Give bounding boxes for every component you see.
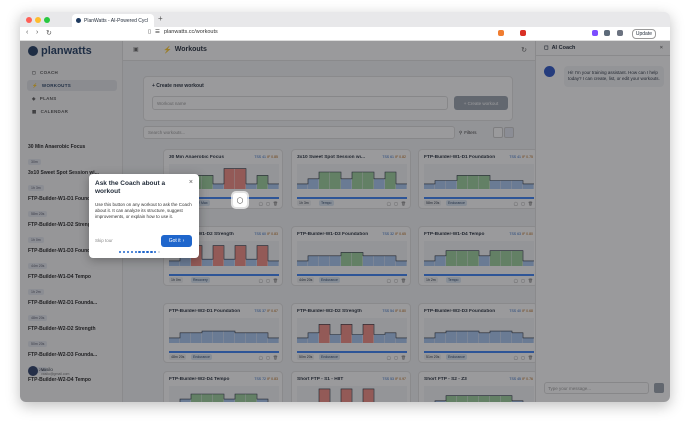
rewards-icon[interactable] (520, 30, 526, 36)
tour-step-dot (138, 251, 141, 254)
got-it-button[interactable]: Got it › (161, 235, 192, 247)
tour-step-dot (119, 251, 122, 254)
tour-step-dot (126, 251, 130, 254)
tour-step-dot (150, 251, 153, 254)
tour-title: Ask the Coach about a workout (95, 180, 166, 196)
site-info-icon[interactable]: ☰ (155, 29, 160, 35)
url-text: planwatts.cc/workouts (163, 29, 218, 35)
new-tab-icon[interactable]: + (158, 14, 163, 23)
favicon-icon (76, 18, 81, 23)
bookmark-icon[interactable]: ▯ (148, 29, 151, 35)
tour-body: Use this button on any workout to ask th… (95, 202, 192, 220)
extension-icon[interactable] (604, 30, 610, 36)
tour-progress-dots (119, 251, 161, 254)
update-button[interactable]: Update (631, 29, 656, 39)
got-it-label: Got it (168, 238, 181, 244)
tour-step-dot (146, 251, 149, 254)
browser-tab[interactable]: PlanWatts - AI-Powered Cycl (72, 14, 154, 27)
close-icon[interactable]: × (189, 179, 193, 186)
tour-step-dot (122, 251, 126, 254)
tour-step-dot (154, 251, 157, 254)
ask-coach-highlight-button[interactable]: ◯ (233, 193, 247, 207)
maximize-window-button[interactable] (44, 17, 50, 23)
sidebar-toggle-icon[interactable] (617, 30, 623, 36)
forward-icon[interactable]: › (36, 29, 38, 36)
reload-icon[interactable]: ↻ (46, 29, 52, 37)
tour-step-dot (142, 251, 145, 254)
tab-bar: PlanWatts - AI-Powered Cycl + (20, 12, 670, 27)
tour-step-dot (157, 251, 161, 254)
chevron-right-icon: › (182, 238, 185, 244)
url-field[interactable]: ▯ ☰ planwatts.cc/workouts (148, 29, 218, 35)
tour-step-dot (134, 251, 137, 254)
minimize-window-button[interactable] (35, 17, 41, 23)
skip-tour-button[interactable]: Skip tour (95, 238, 113, 243)
chat-icon: ◯ (236, 197, 244, 204)
address-bar: ‹ › ↻ ▯ ☰ planwatts.cc/workouts Update (20, 27, 670, 41)
brave-shield-icon[interactable] (498, 30, 504, 36)
back-icon[interactable]: ‹ (26, 29, 28, 36)
tab-title: PlanWatts - AI-Powered Cycl (84, 17, 149, 24)
extension-icon[interactable] (592, 30, 598, 36)
tour-popover: Ask the Coach about a workout × Use this… (89, 174, 199, 258)
tour-step-dot (130, 251, 134, 254)
close-window-button[interactable] (26, 17, 32, 23)
